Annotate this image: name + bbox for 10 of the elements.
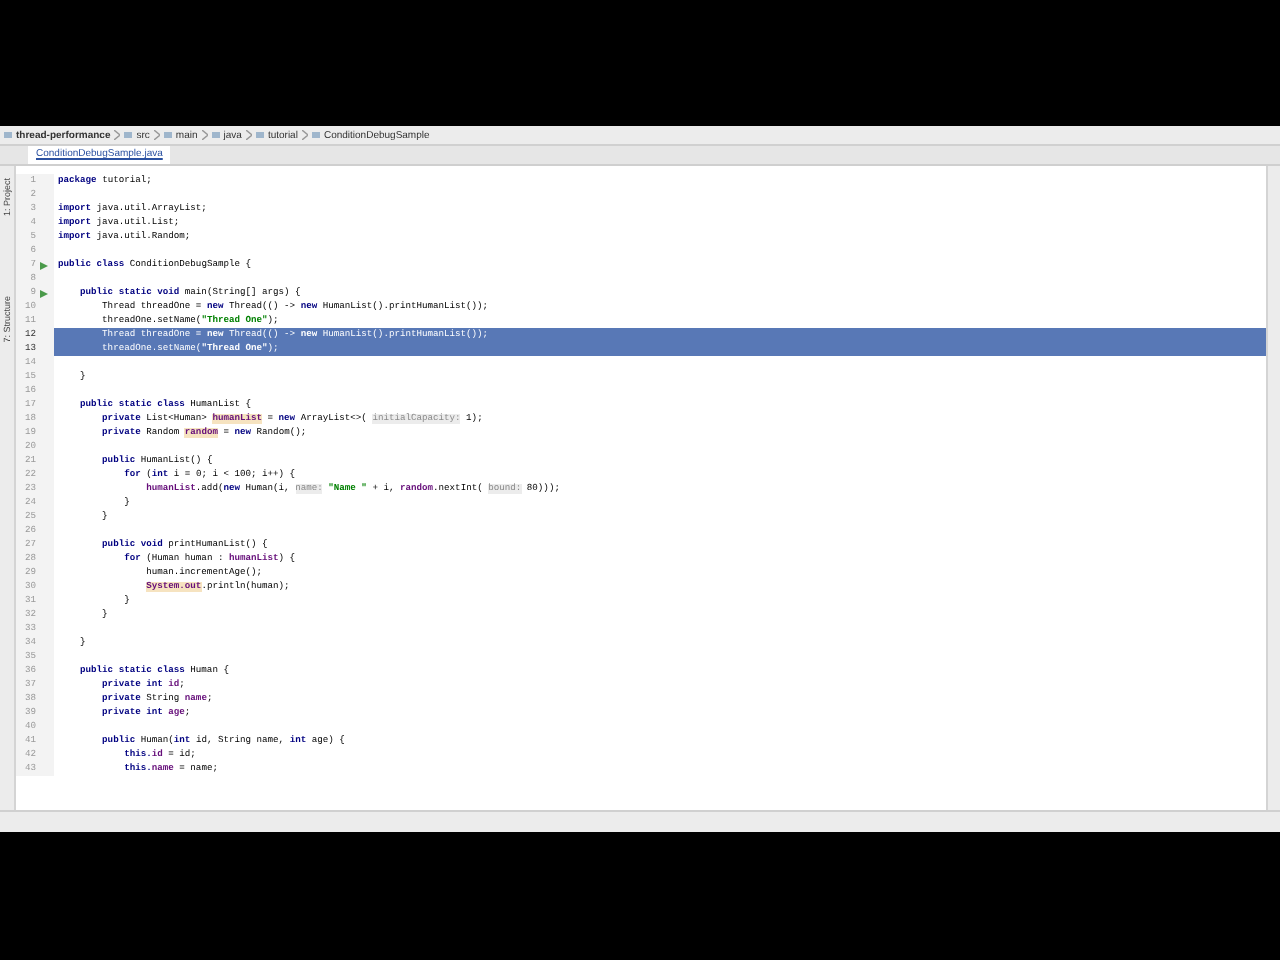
folder-icon	[4, 132, 12, 138]
separator-icon	[153, 130, 160, 140]
separator-icon	[114, 130, 121, 140]
separator-icon	[245, 130, 252, 140]
separator-icon	[201, 130, 208, 140]
separator-icon	[301, 130, 308, 140]
folder-icon	[255, 132, 264, 138]
folder-icon	[163, 132, 172, 138]
folder-icon	[124, 132, 133, 138]
folder-icon	[211, 132, 220, 138]
